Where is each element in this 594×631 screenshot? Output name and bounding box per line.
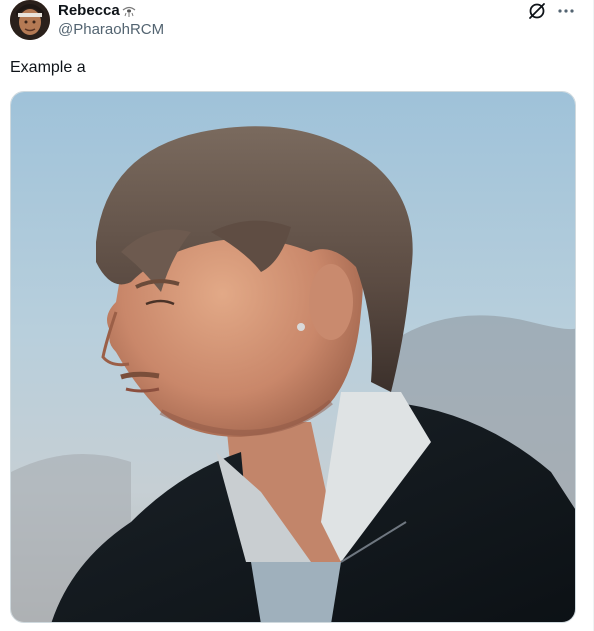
- author-handle[interactable]: @PharaohRCM: [58, 21, 164, 39]
- author-name[interactable]: Rebecca: [58, 2, 136, 20]
- author-avatar[interactable]: [10, 0, 50, 40]
- post-image[interactable]: [10, 91, 576, 623]
- post-card[interactable]: Rebecca @PharaohRCM Example a: [0, 0, 594, 631]
- more-dots-icon[interactable]: [556, 4, 576, 18]
- portrait-photo: [11, 92, 575, 622]
- author-name-text[interactable]: Rebecca: [58, 2, 120, 20]
- post-text: Example a: [10, 59, 86, 76]
- eye-emoji-icon: [122, 4, 136, 18]
- grok-icon[interactable]: [527, 1, 547, 21]
